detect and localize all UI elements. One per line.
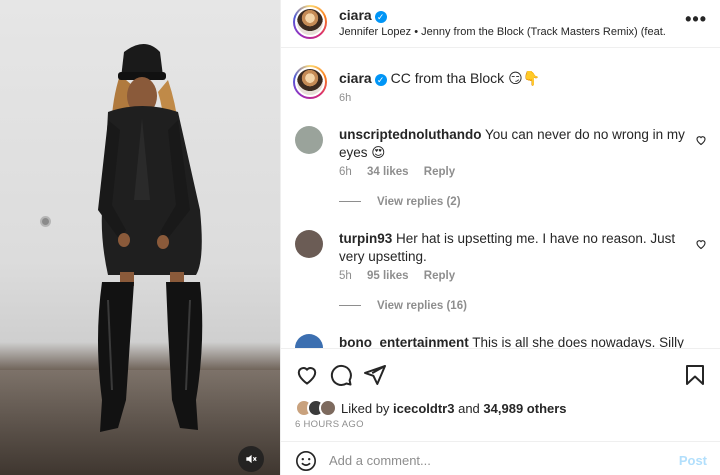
mute-button[interactable] [238, 446, 264, 472]
author-avatar[interactable] [293, 5, 327, 39]
comment-time: 6h [339, 166, 352, 178]
liker-avatar [319, 399, 337, 417]
caption-line: ciara ✓ CC from tha Block 😏👇 [339, 70, 540, 87]
send-icon[interactable] [363, 363, 387, 387]
liker-username[interactable]: icecoldtr3 [393, 401, 454, 416]
instagram-post-view: ciara ✓ Jennifer Lopez • Jenny from the B… [0, 0, 720, 475]
commenter-avatar[interactable] [295, 126, 323, 154]
heart-icon[interactable] [695, 134, 707, 146]
author-name-row: ciara ✓ [339, 7, 387, 23]
comment-body: unscriptednoluthando You can never do no… [339, 126, 689, 162]
heart-icon[interactable] [695, 238, 707, 250]
comment-input[interactable] [329, 448, 649, 472]
likes-summary[interactable]: Liked by icecoldtr3 and 34,989 others [295, 399, 567, 417]
emoji-icon[interactable] [295, 450, 317, 472]
author-username[interactable]: ciara [339, 7, 372, 23]
comment-username[interactable]: unscriptednoluthando [339, 127, 482, 142]
comment-icon[interactable] [329, 363, 353, 387]
caption-text: CC from tha Block 😏👇 [390, 70, 541, 86]
likes-text: Liked by icecoldtr3 and 34,989 others [341, 400, 567, 416]
comment-time: 5h [339, 270, 352, 282]
comment-text: This is all she does nowadays. Silly [472, 335, 684, 348]
verified-badge-icon: ✓ [374, 74, 387, 86]
comment-likes[interactable]: 95 likes [367, 270, 409, 282]
caption-username[interactable]: ciara [339, 70, 372, 86]
bookmark-icon[interactable] [683, 363, 707, 387]
comment-meta: 5h 95 likes Reply [339, 270, 467, 282]
post-comment-button[interactable]: Post [679, 453, 707, 468]
comment-username[interactable]: turpin93 [339, 231, 392, 246]
reply-button[interactable]: Reply [424, 166, 455, 178]
post-video[interactable] [0, 0, 280, 475]
speaker-muted-icon [246, 454, 257, 464]
audio-track-link[interactable]: Jennifer Lopez • Jenny from the Block (T… [339, 26, 666, 38]
likes-count[interactable]: 34,989 others [483, 401, 566, 416]
divider [339, 201, 361, 203]
comment-username[interactable]: bono_entertainment [339, 335, 469, 348]
verified-badge-icon: ✓ [374, 11, 387, 23]
comment-body: turpin93 Her hat is upsetting me. I have… [339, 230, 689, 266]
comment-body: bono_entertainment This is all she does … [339, 334, 689, 348]
view-replies-button[interactable]: View replies (2) [339, 196, 461, 208]
view-replies-button[interactable]: View replies (16) [339, 300, 467, 312]
caption-time: 6h [339, 92, 352, 104]
commenter-avatar[interactable] [295, 230, 323, 258]
reply-button[interactable]: Reply [424, 270, 455, 282]
post-header: ciara ✓ Jennifer Lopez • Jenny from the B… [281, 0, 720, 48]
post-actions: Liked by icecoldtr3 and 34,989 others 6 … [281, 348, 720, 475]
comment-meta: 6h 34 likes Reply [339, 166, 467, 178]
video-frame-person [98, 44, 203, 432]
commenter-avatar[interactable] [295, 334, 323, 348]
heart-icon[interactable] [295, 363, 319, 387]
add-comment-bar: Post [281, 441, 720, 475]
divider [339, 305, 361, 307]
comments-list[interactable]: ciara ✓ CC from tha Block 😏👇 6h unscripte… [281, 48, 720, 348]
comment-likes[interactable]: 34 likes [367, 166, 409, 178]
more-options-button[interactable]: ••• [685, 10, 707, 28]
post-timestamp[interactable]: 6 HOURS AGO [295, 419, 364, 430]
post-sidebar: ciara ✓ Jennifer Lopez • Jenny from the B… [280, 0, 720, 475]
caption-avatar[interactable] [293, 65, 327, 99]
